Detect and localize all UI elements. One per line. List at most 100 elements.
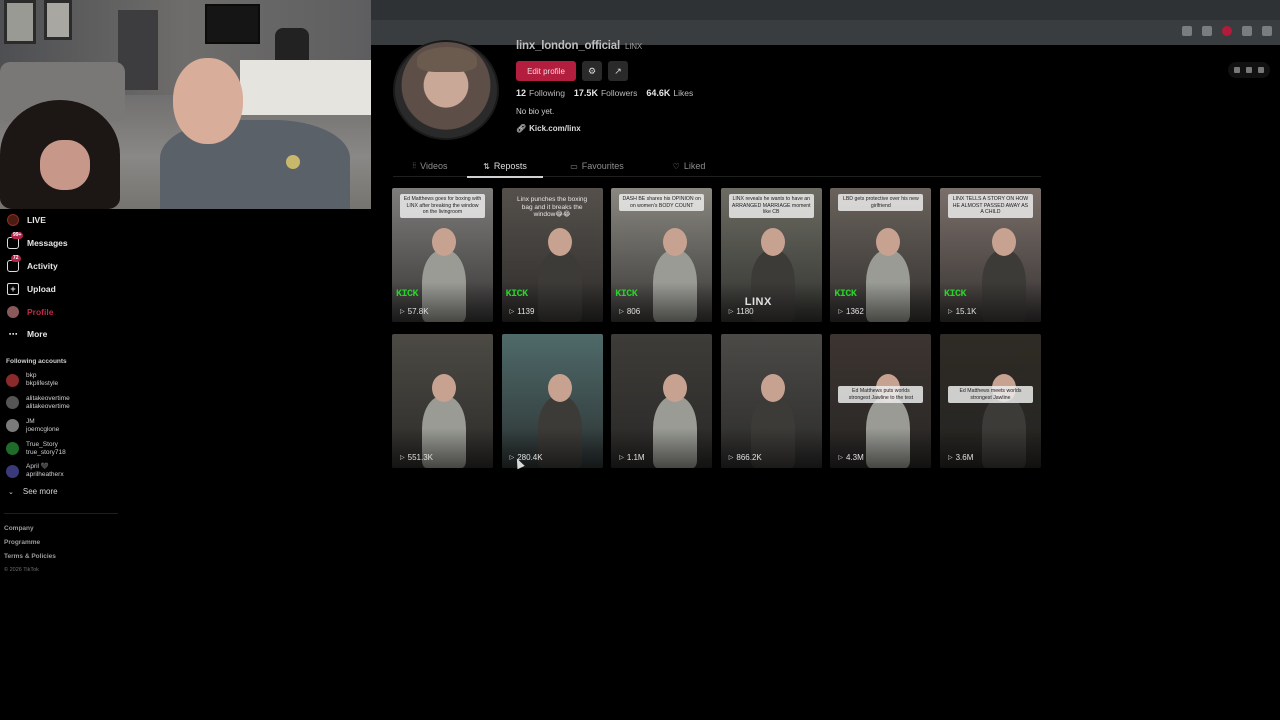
video-thumbnail[interactable]: LINX TELLS A STORY ON HOW HE ALMOST PASS… xyxy=(939,188,1041,322)
profile-avatar[interactable] xyxy=(393,40,499,140)
video-thumbnail[interactable]: Ed Matthews goes for boxing with LINX af… xyxy=(392,188,493,322)
share-button[interactable]: ↗ xyxy=(608,61,628,81)
play-icon: ▷ xyxy=(400,309,405,315)
video-thumbnail[interactable]: LBD gets protective over his new girlfri… xyxy=(830,188,932,322)
view-count-value: 15.1K xyxy=(955,307,977,316)
footer-link-company[interactable]: Company xyxy=(0,522,118,536)
play-icon: ▷ xyxy=(619,455,624,461)
view-count-value: 551.3K xyxy=(407,453,433,462)
followers-count[interactable]: 17.5K Followers xyxy=(574,88,637,98)
sidebar-item-profile[interactable]: Profile xyxy=(0,300,118,323)
view-count: ▷ 1.1M xyxy=(619,453,644,462)
play-icon: ▷ xyxy=(509,309,515,315)
messages-icon: 99+ xyxy=(7,232,24,250)
video-thumbnail[interactable]: Ed Matthews puts worlds strongest Jawlin… xyxy=(830,334,932,468)
sidebar-item-messages[interactable]: 99+ Messages xyxy=(0,232,118,255)
link-icon: 🔗︎ xyxy=(516,124,527,133)
puzzle-icon[interactable] xyxy=(1242,26,1252,36)
view-count-value: 1180 xyxy=(736,307,754,316)
pinterest-icon[interactable] xyxy=(1222,26,1232,36)
view-count: ▷ 57.8K xyxy=(400,307,429,316)
profile-username: linx_london_official LINX xyxy=(516,40,642,52)
video-caption: LBD gets protective over his new girlfri… xyxy=(838,194,924,211)
video-thumbnail[interactable]: ▷ 280.4K xyxy=(501,334,603,468)
video-thumbnail[interactable]: ▷ 1.1M xyxy=(611,334,713,468)
view-count-value: 1.1M xyxy=(626,453,645,462)
star-icon[interactable] xyxy=(1202,26,1212,36)
thumbnail-face xyxy=(547,374,572,402)
avatar xyxy=(6,419,19,433)
thumbnail-shade xyxy=(392,428,493,468)
view-count: ▷ 4.3M xyxy=(838,453,863,462)
view-count-value: 806 xyxy=(626,307,641,316)
upload-icon: + xyxy=(7,282,19,295)
see-more-button[interactable]: ⌄ See more xyxy=(0,483,118,501)
view-count: ▷ 551.3K xyxy=(400,453,433,462)
video-thumbnail[interactable]: Linx punches the boxing bag and it break… xyxy=(501,188,603,322)
following-account[interactable]: True_Story true_story718 xyxy=(0,437,118,460)
play-icon: ▷ xyxy=(838,455,843,461)
thumbnail-shade xyxy=(939,428,1041,468)
sidebar-item-upload[interactable]: + Upload xyxy=(0,277,118,300)
thumbnail-face xyxy=(432,374,456,402)
download-icon[interactable] xyxy=(1258,67,1264,73)
play-icon: ▷ xyxy=(947,455,953,461)
sidebar-item-more[interactable]: ⋯ More xyxy=(0,323,118,346)
view-count: ▷ 866.2K xyxy=(729,453,762,462)
avatar xyxy=(6,464,19,478)
video-caption: Ed Matthews meets worlds strongest Jawli… xyxy=(947,386,1033,403)
footer-link-programme[interactable]: Programme xyxy=(0,536,118,550)
live-icon xyxy=(7,214,19,227)
profile-link[interactable]: 🔗︎ Kick.com/linx xyxy=(516,124,581,133)
avatar xyxy=(6,396,19,410)
tab-reposts[interactable]: ⇅ Reposts xyxy=(467,155,543,178)
thumbnail-face xyxy=(760,374,785,402)
kick-logo: KICK xyxy=(505,289,529,300)
view-count: ▷ 1180 xyxy=(729,307,754,316)
play-icon: ▷ xyxy=(400,455,405,461)
edit-profile-button[interactable]: Edit profile xyxy=(516,61,576,81)
tab-liked[interactable]: ♡ Liked xyxy=(651,155,727,177)
video-grid: Ed Matthews goes for boxing with LINX af… xyxy=(392,188,1042,468)
tab-videos[interactable]: ⦙⦙ Videos xyxy=(393,155,467,177)
browser-tab-strip xyxy=(371,0,1280,20)
thumbnail-face xyxy=(760,228,785,256)
settings-button[interactable]: ⚙ xyxy=(582,61,602,81)
extension-icon[interactable] xyxy=(1182,26,1192,36)
following-account[interactable]: JM joemcglone xyxy=(0,414,118,437)
video-caption: DASH BE shares his OPINION on on women's… xyxy=(619,194,705,211)
play-icon: ▷ xyxy=(947,309,953,315)
video-thumbnail[interactable]: ▷ 866.2K xyxy=(720,334,822,468)
play-icon: ▷ xyxy=(838,309,843,315)
kick-logo: KICK xyxy=(834,289,857,300)
view-count-value: 3.6M xyxy=(955,453,974,462)
video-thumbnail[interactable]: LINX reveals he wants to have an ARRANGE… xyxy=(720,188,822,322)
video-thumbnail[interactable]: ▷ 551.3K xyxy=(392,334,493,468)
thumbnail-shade xyxy=(611,282,713,322)
sidebar-item-activity[interactable]: 72 Activity xyxy=(0,254,118,278)
following-accounts-title: Following accounts xyxy=(6,357,67,365)
video-thumbnail[interactable]: DASH BE shares his OPINION on on women's… xyxy=(611,188,713,322)
tab-favourites[interactable]: ▭ Favourites xyxy=(559,155,635,177)
video-caption: Ed Matthews puts worlds strongest Jawlin… xyxy=(838,386,924,403)
thumbnail-shade xyxy=(611,428,713,468)
following-count[interactable]: 12 Following xyxy=(516,88,565,98)
view-count: ▷ 15.1K xyxy=(948,307,977,316)
thumbnail-shade xyxy=(830,282,932,322)
profile-bio: No bio yet. xyxy=(516,107,555,116)
profile-nickname: LINX xyxy=(624,42,642,51)
menu-icon[interactable] xyxy=(1262,26,1272,36)
footer-link-terms[interactable]: Terms & Policies xyxy=(0,550,118,564)
following-account[interactable]: alitakeovertime alitakeovertime xyxy=(0,392,118,415)
tablet-icon[interactable] xyxy=(1246,67,1252,73)
following-account[interactable]: bkp bkplifestyle xyxy=(0,369,118,392)
sidebar-item-live[interactable]: LIVE xyxy=(0,209,118,232)
video-thumbnail[interactable]: Ed Matthews meets worlds strongest Jawli… xyxy=(939,334,1041,468)
focus-icon[interactable] xyxy=(1234,67,1240,73)
thumbnail-face xyxy=(547,228,572,256)
share-icon: ↗ xyxy=(614,65,622,76)
following-account[interactable]: April 🖤 aprilheatherx xyxy=(0,460,118,483)
view-count-value: 1362 xyxy=(846,307,864,316)
view-count: ▷ 1362 xyxy=(838,307,863,316)
grid-icon: ⦙⦙ xyxy=(412,161,417,170)
